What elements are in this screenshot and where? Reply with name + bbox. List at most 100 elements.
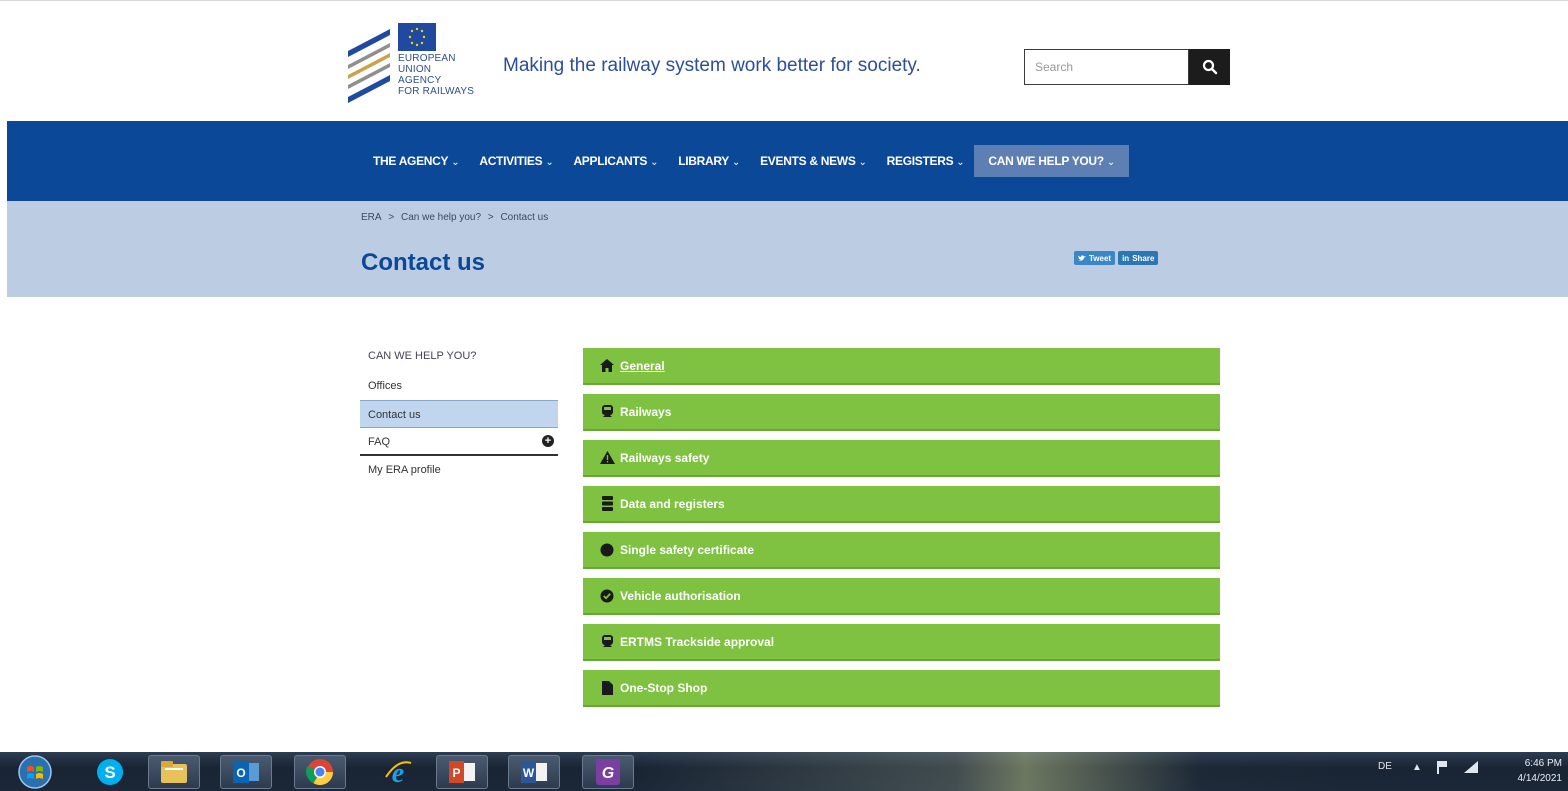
nav-item-library[interactable]: LIBRARY ⌄	[668, 145, 750, 177]
nav-label: CAN WE HELP YOU?	[988, 154, 1104, 168]
file-icon	[598, 679, 616, 697]
sidebar-item-label: FAQ	[368, 436, 391, 448]
chrome-icon	[306, 759, 334, 786]
nav-item-the-agency[interactable]: THE AGENCY ⌄	[363, 145, 469, 177]
tweet-label: Tweet	[1089, 253, 1112, 263]
logo-line: EUROPEAN	[398, 53, 456, 64]
accordion-label: ERTMS Trackside approval	[620, 634, 775, 649]
svg-text:S: S	[104, 763, 115, 782]
windows-taskbar: S O e P W G DE ▲ 6:46 PM 4/14/2021	[0, 752, 1568, 791]
accordion-label: Data and registers	[620, 496, 725, 511]
breadcrumb-separator: >	[487, 212, 494, 223]
signal-strength-icon[interactable]	[1464, 761, 1478, 776]
check-circle-icon	[598, 587, 616, 605]
nav-label: LIBRARY	[678, 154, 729, 168]
taskbar-outlook[interactable]: O	[220, 755, 272, 789]
network-flag-icon[interactable]	[1436, 760, 1448, 777]
start-button-icon[interactable]	[14, 753, 56, 790]
chevron-down-icon: ⌄	[956, 157, 965, 168]
home-icon	[598, 357, 616, 375]
sidebar-item-offices[interactable]: Offices	[360, 372, 558, 400]
nav-item-activities[interactable]: ACTIVITIES ⌄	[469, 145, 563, 177]
internet-explorer-icon: e	[385, 758, 412, 787]
page: EUROPEAN UNION AGENCY FOR RAILWAYS Makin…	[0, 0, 1568, 791]
taskbar-chrome[interactable]	[294, 755, 346, 789]
svg-text:O: O	[236, 766, 245, 780]
train-icon	[598, 633, 616, 651]
taskbar-word[interactable]: W	[508, 755, 560, 789]
share-buttons: Tweet in Share	[1074, 251, 1159, 265]
accordion-label: One-Stop Shop	[620, 680, 708, 695]
powerpoint-icon: P	[449, 761, 475, 783]
taskbar-powerpoint[interactable]: P	[436, 755, 488, 789]
sidebar-item-my-era-profile[interactable]: My ERA profile	[360, 456, 558, 484]
contact-accordion: General Railways Railways safety Data an…	[583, 348, 1220, 716]
accordion-item-railways[interactable]: Railways	[583, 394, 1220, 431]
accordion-label: Railways	[620, 404, 672, 419]
nav-items: THE AGENCY ⌄ ACTIVITIES ⌄ APPLICANTS ⌄ LIBR…	[363, 145, 1129, 177]
word-icon: W	[521, 761, 547, 783]
language-indicator[interactable]: DE	[1378, 761, 1392, 772]
system-clock[interactable]: 6:46 PM 4/14/2021	[1500, 756, 1563, 786]
breadcrumb: ERA > Can we help you? > Contact us	[361, 212, 552, 223]
clock-date: 4/14/2021	[1517, 773, 1563, 784]
twitter-icon	[1078, 254, 1086, 261]
accordion-label: Single safety certificate	[620, 542, 755, 557]
logo-line: AGENCY	[398, 75, 442, 86]
search-box	[1024, 49, 1230, 85]
file-explorer-icon	[161, 761, 187, 783]
tweet-button[interactable]: Tweet	[1074, 251, 1116, 265]
sidebar-nav: Offices Contact us FAQ + My ERA profile	[360, 372, 558, 484]
nav-item-can-we-help-you[interactable]: CAN WE HELP YOU? ⌄	[974, 145, 1129, 177]
skype-icon: S	[97, 759, 123, 785]
breadcrumb-link-help[interactable]: Can we help you?	[401, 212, 481, 223]
accordion-item-data-registers[interactable]: Data and registers	[583, 486, 1220, 523]
warning-icon	[598, 449, 616, 467]
breadcrumb-separator: >	[388, 212, 395, 223]
main-nav: THE AGENCY ⌄ ACTIVITIES ⌄ APPLICANTS ⌄ LIBR…	[7, 121, 1568, 201]
accordion-item-single-safety-certificate[interactable]: Single safety certificate	[583, 532, 1220, 569]
nav-label: REGISTERS	[886, 154, 954, 168]
taskbar-skype[interactable]: S	[84, 755, 136, 789]
linkedin-share-button[interactable]: in Share	[1118, 251, 1159, 265]
sidebar-item-label: My ERA profile	[368, 464, 441, 476]
accordion-item-vehicle-authorisation[interactable]: Vehicle authorisation	[583, 578, 1220, 615]
nav-label: THE AGENCY	[373, 154, 449, 168]
nav-label: ACTIVITIES	[479, 154, 543, 168]
taskbar-file-explorer[interactable]	[148, 755, 200, 789]
circle-icon	[598, 541, 616, 559]
sidebar-item-label: Contact us	[368, 409, 421, 421]
nav-label: EVENTS & NEWS	[760, 154, 856, 168]
nav-item-applicants[interactable]: APPLICANTS ⌄	[563, 145, 668, 177]
accordion-label: Vehicle authorisation	[620, 588, 741, 603]
breadcrumb-link-era[interactable]: ERA	[361, 212, 382, 223]
nav-item-registers[interactable]: REGISTERS ⌄	[877, 145, 975, 177]
clock-time: 6:46 PM	[1524, 758, 1562, 769]
search-button[interactable]	[1189, 49, 1230, 85]
sidebar-item-contact-us[interactable]: Contact us	[360, 400, 558, 428]
page-title: Contact us	[361, 249, 486, 276]
search-input[interactable]	[1024, 49, 1189, 85]
taskbar-pdf-app[interactable]: G	[582, 755, 634, 789]
accordion-item-railways-safety[interactable]: Railways safety	[583, 440, 1220, 477]
accordion-item-one-stop-shop[interactable]: One-Stop Shop	[583, 670, 1220, 707]
search-icon	[1202, 59, 1217, 75]
chevron-down-icon: ⌄	[732, 157, 741, 168]
logo-text: EUROPEAN UNION AGENCY FOR RAILWAYS	[398, 53, 474, 97]
chevron-down-icon: ⌄	[858, 157, 867, 168]
nav-item-events-news[interactable]: EVENTS & NEWS ⌄	[750, 145, 877, 177]
site-header: EUROPEAN UNION AGENCY FOR RAILWAYS Makin…	[0, 0, 1568, 120]
logo-line: FOR RAILWAYS	[398, 86, 475, 97]
sidebar-heading: CAN WE HELP YOU?	[368, 350, 477, 362]
nav-label: APPLICANTS	[573, 154, 648, 168]
chevron-down-icon: ⌄	[1106, 157, 1115, 168]
show-hidden-icons-icon[interactable]: ▲	[1412, 762, 1422, 773]
train-icon	[598, 403, 616, 421]
pdf-app-icon: G	[596, 759, 620, 785]
accordion-item-general[interactable]: General	[583, 348, 1220, 385]
accordion-item-ertms-trackside[interactable]: ERTMS Trackside approval	[583, 624, 1220, 661]
taskbar-wallpaper-glow	[640, 752, 1340, 791]
sidebar-item-faq[interactable]: FAQ +	[360, 428, 558, 456]
plus-circle-icon[interactable]: +	[542, 435, 554, 447]
taskbar-internet-explorer[interactable]: e	[372, 755, 424, 789]
